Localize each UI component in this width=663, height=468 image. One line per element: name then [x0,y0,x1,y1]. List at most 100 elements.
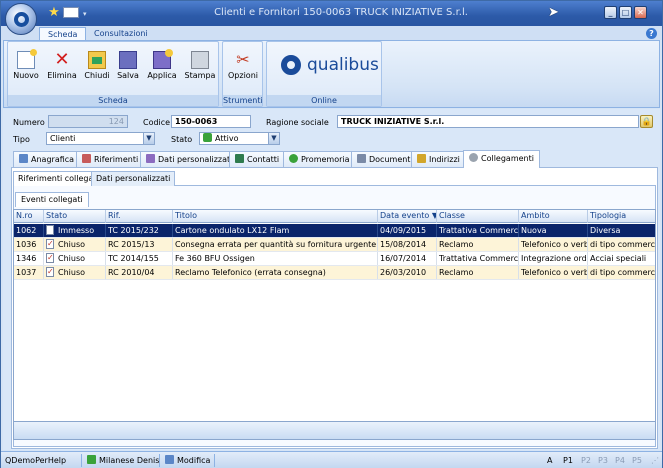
column-header-rif[interactable]: Rif. [106,210,173,223]
tipo-label: Tipo [13,135,30,144]
status-bar: QDemoPerHelp Milanese Denis Modifica A P… [1,451,662,468]
table-row[interactable]: 1036 Chiuso RC 2015/13 Consegna errata p… [14,238,655,252]
title-bar: ★ ▾ Clienti e Fornitori 150-0063 TRUCK I… [1,1,662,26]
table-row[interactable]: 1037 Chiuso RC 2010/04 Reclamo Telefonic… [14,266,655,280]
tab-dati-personalizzati[interactable]: Dati personalizzati [140,151,239,167]
ribbon-group-strumenti: ✂ Opzioni Strumenti [222,41,263,107]
ragione-sociale-label: Ragione sociale [266,118,329,127]
status-mode: Modifica [165,454,210,467]
column-header-ambito[interactable]: Ambito [519,210,588,223]
column-header-tipologia[interactable]: Tipologia [588,210,655,223]
page-p3-button[interactable]: P3 [598,454,608,467]
tools-icon: ✂ [236,50,250,69]
page-a-button[interactable]: A [547,454,552,467]
closed-document-icon [46,238,54,250]
app-logo-icon [14,12,29,27]
save-icon [119,51,137,69]
codice-label: Codice [143,118,171,127]
stato-select[interactable]: Attivo ▼ [199,132,280,145]
tipo-select-value: Clienti [50,134,76,143]
contacts-icon [235,154,244,163]
chevron-down-icon[interactable]: ▼ [143,133,154,144]
chiudi-button[interactable]: Chiudi [83,48,111,88]
status-separator [159,454,160,467]
salva-button[interactable]: Salva [114,48,142,88]
elimina-button[interactable]: ✕ Elimina [47,48,77,88]
reminder-icon [289,154,298,163]
close-folder-icon [88,51,106,69]
table-row[interactable]: 1062 Immesso TC 2015/232 Cartone ondulat… [14,224,655,238]
status-active-icon [203,133,212,142]
nuovo-button[interactable]: Nuovo [12,48,40,88]
mouse-cursor-icon: ➤ [548,5,559,20]
quick-access-dropdown-icon[interactable]: ▾ [83,10,87,18]
group-label-scheda: Scheda [8,95,218,106]
status-database: QDemoPerHelp [5,456,67,465]
delete-x-icon: ✕ [54,49,70,70]
group-label-strumenti: Strumenti [223,95,263,106]
resize-grip-icon[interactable]: ⋰ [651,454,659,467]
numero-label: Numero [13,118,45,127]
page-p2-button[interactable]: P2 [581,454,591,467]
favorite-star-icon[interactable]: ★ [47,6,61,20]
ragione-sociale-field[interactable]: TRUCK INIZIATIVE S.r.l. [337,115,639,128]
tab-eventi-collegati[interactable]: Eventi collegati [15,192,89,207]
edit-icon [165,455,174,464]
tab-consultazioni[interactable]: Consultazioni [86,27,156,41]
status-separator [214,454,215,467]
table-row[interactable]: 1346 Chiuso TC 2014/155 Fe 360 BFU Ossig… [14,252,655,266]
minimize-button[interactable]: _ [604,6,617,19]
help-icon[interactable]: ? [646,28,657,39]
stampa-button[interactable]: Stampa [185,48,215,88]
gear-icon [469,153,478,162]
edit-icon [19,154,28,163]
documents-icon [357,154,366,163]
numero-field: 124 [48,115,128,128]
column-header-data-evento[interactable]: Data evento ▼ [378,210,437,223]
page-p1-button[interactable]: P1 [563,454,573,467]
opzioni-button[interactable]: ✂ Opzioni [228,48,258,88]
people-icon [82,154,91,163]
tab-promemoria[interactable]: Promemoria [283,151,356,167]
window-title: Clienti e Fornitori 150-0063 TRUCK INIZI… [214,7,468,18]
chevron-down-icon[interactable]: ▼ [268,133,279,144]
tab-indirizzi[interactable]: Indirizzi [411,151,466,167]
grid-header: N.ro Stato Rif. Titolo Data evento ▼ Cla… [14,210,655,223]
column-header-nro[interactable]: N.ro [14,210,44,223]
column-header-stato[interactable]: Stato [44,210,106,223]
stato-select-value: Attivo [215,134,239,143]
applica-button[interactable]: Applica [147,48,177,88]
tab-sub-dati-personalizzati[interactable]: Dati personalizzati [91,171,176,186]
application-window: ★ ▾ Clienti e Fornitori 150-0063 TRUCK I… [0,0,663,468]
closed-document-icon [46,266,54,278]
group-label-online: Online [267,95,381,106]
apply-icon [153,49,173,69]
column-header-titolo[interactable]: Titolo [173,210,378,223]
tab-scheda[interactable]: Scheda [39,27,87,41]
maximize-button[interactable]: □ [619,6,632,19]
status-user: Milanese Denis [87,454,159,467]
address-book-icon [417,154,426,163]
new-document-icon [17,49,37,69]
status-separator [81,454,82,467]
printer-icon [191,51,209,69]
tab-collegamenti[interactable]: Collegamenti [463,150,540,168]
page-p4-button[interactable]: P4 [615,454,625,467]
tab-documenti[interactable]: Documenti [351,151,419,167]
page-p5-button[interactable]: P5 [632,454,642,467]
document-icon [46,225,54,235]
lock-icon[interactable]: 🔒 [640,115,653,128]
codice-field[interactable]: 150-0063 [171,115,251,128]
closed-document-icon [46,252,54,264]
app-menu-orb[interactable] [5,3,37,35]
stato-label: Stato [171,135,193,144]
tab-contatti[interactable]: Contatti [229,151,286,167]
events-grid: N.ro Stato Rif. Titolo Data evento ▼ Cla… [13,209,656,422]
tipo-select[interactable]: Clienti ▼ [46,132,155,145]
quick-access-icon[interactable] [63,7,79,18]
grid-footer [13,422,656,440]
column-header-classe[interactable]: Classe [437,210,519,223]
tab-anagrafica[interactable]: Anagrafica [13,151,81,167]
tab-riferimenti[interactable]: Riferimenti [76,151,145,167]
close-window-button[interactable]: ✕ [634,6,647,19]
